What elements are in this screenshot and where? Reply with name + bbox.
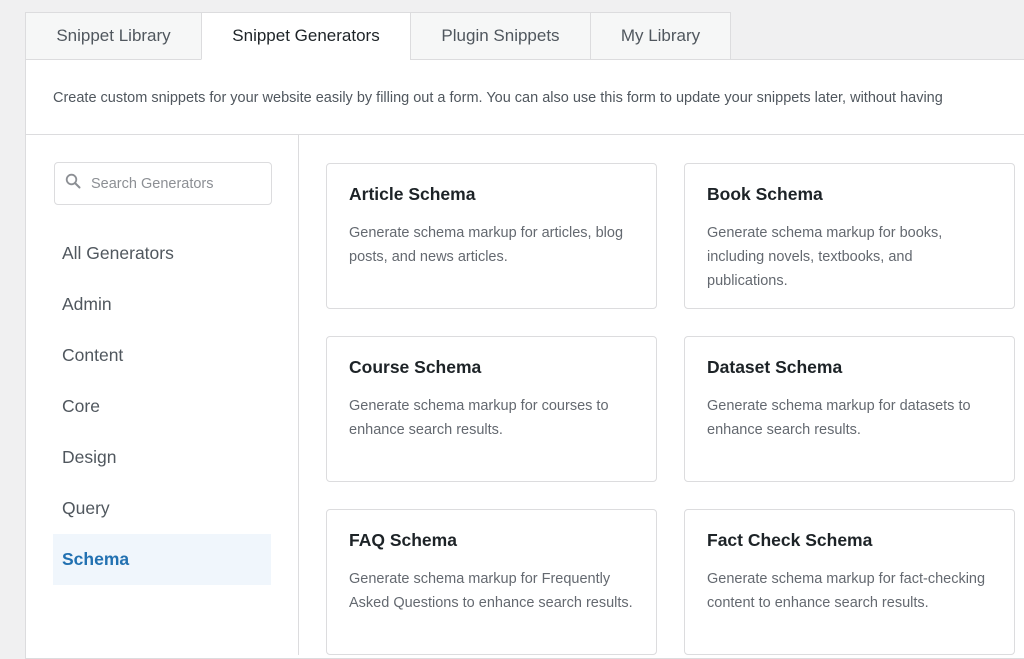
generators-panel: Create custom snippets for your website … bbox=[25, 59, 1024, 659]
sidebar: All Generators Admin Content Core Design… bbox=[26, 135, 299, 655]
category-schema[interactable]: Schema bbox=[53, 534, 271, 585]
search-input[interactable] bbox=[91, 175, 261, 192]
generator-card-book-schema[interactable]: Book Schema Generate schema markup for b… bbox=[684, 163, 1015, 309]
tab-snippet-generators[interactable]: Snippet Generators bbox=[201, 12, 410, 60]
category-admin[interactable]: Admin bbox=[53, 279, 271, 330]
category-core[interactable]: Core bbox=[53, 381, 271, 432]
card-description: Generate schema markup for datasets to e… bbox=[707, 398, 971, 438]
generator-card-fact-check-schema[interactable]: Fact Check Schema Generate schema markup… bbox=[684, 509, 1015, 655]
tab-my-library[interactable]: My Library bbox=[590, 12, 731, 60]
card-description: Generate schema markup for courses to en… bbox=[349, 398, 609, 438]
card-title: Book Schema bbox=[707, 184, 823, 204]
search-icon bbox=[65, 173, 81, 194]
card-title: Course Schema bbox=[349, 357, 482, 377]
card-title: Fact Check Schema bbox=[707, 530, 873, 550]
generator-card-dataset-schema[interactable]: Dataset Schema Generate schema markup fo… bbox=[684, 336, 1015, 482]
category-list: All Generators Admin Content Core Design… bbox=[53, 228, 271, 585]
card-title: Dataset Schema bbox=[707, 357, 843, 377]
tab-plugin-snippets[interactable]: Plugin Snippets bbox=[410, 12, 590, 60]
search-box[interactable] bbox=[54, 162, 272, 205]
card-title: FAQ Schema bbox=[349, 530, 457, 550]
card-title: Article Schema bbox=[349, 184, 476, 204]
card-description: Generate schema markup for fact-checking… bbox=[707, 571, 986, 611]
generator-card-course-schema[interactable]: Course Schema Generate schema markup for… bbox=[326, 336, 657, 482]
tab-snippet-library[interactable]: Snippet Library bbox=[25, 12, 201, 60]
card-description: Generate schema markup for Frequently As… bbox=[349, 571, 633, 611]
category-all-generators[interactable]: All Generators bbox=[53, 228, 271, 279]
category-content[interactable]: Content bbox=[53, 330, 271, 381]
tab-bar: Snippet Library Snippet Generators Plugi… bbox=[25, 12, 731, 60]
page-description: Create custom snippets for your website … bbox=[53, 90, 943, 106]
generator-card-article-schema[interactable]: Article Schema Generate schema markup fo… bbox=[326, 163, 657, 309]
card-description: Generate schema markup for articles, blo… bbox=[349, 225, 624, 265]
generator-card-faq-schema[interactable]: FAQ Schema Generate schema markup for Fr… bbox=[326, 509, 657, 655]
category-query[interactable]: Query bbox=[53, 483, 271, 534]
card-description: Generate schema markup for books, includ… bbox=[707, 225, 943, 289]
category-design[interactable]: Design bbox=[53, 432, 271, 483]
